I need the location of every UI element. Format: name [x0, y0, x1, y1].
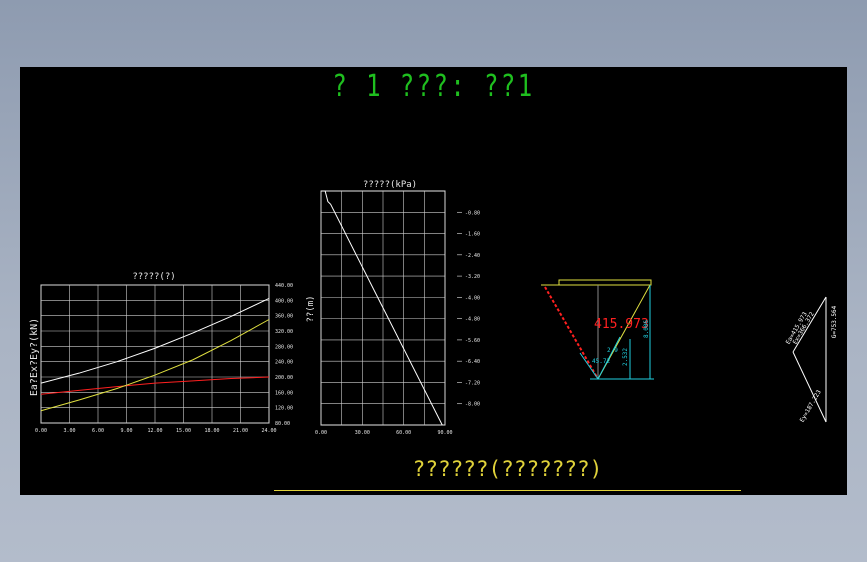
- chart1-y-ticks: 80.00 120.00 160.00 200.00 240.00 280.00 320.0…: [275, 283, 293, 427]
- drawing-svg: ?????(?) Ea?Ex?Ey?(kN) 0.00 3.00 6.00 9.00 1…: [29, 180, 838, 436]
- chart2-y-ticks: -0.80 -1.60 -2.40 -3.20 -4.00 -4.80 -5.60 -6.40…: [457, 210, 480, 408]
- y-tick-label: -6.40: [465, 359, 480, 365]
- x-tick-label: 21.00: [233, 428, 248, 434]
- x-tick-label: 9.00: [120, 428, 132, 434]
- x-tick-label: 3.00: [63, 428, 75, 434]
- y-tick-label: -8.00: [465, 402, 480, 408]
- chart2-ylabel: ??(m): [306, 295, 316, 322]
- y-tick-label: -5.60: [465, 338, 480, 344]
- wedge-dim-height: 8.006: [643, 320, 650, 338]
- wall-cap: [558, 279, 652, 286]
- force-label-ey: Ey=187.223: [799, 389, 823, 424]
- y-tick-label: 200.00: [275, 375, 293, 381]
- x-tick-label: 60.00: [396, 430, 411, 436]
- caption-underline: [274, 490, 741, 491]
- drawing-caption: ??????(???????): [412, 457, 603, 481]
- y-tick-label: 80.00: [275, 421, 290, 427]
- chart1-title: ?????(?): [132, 272, 175, 282]
- x-tick-label: 18.00: [204, 428, 219, 434]
- y-tick-label: -4.00: [465, 295, 480, 301]
- drawing-canvas: ? 1 ???: ??1 ?????(?) Ea?Ex?Ey?(kN) 0.00…: [20, 67, 847, 495]
- y-tick-label: 120.00: [275, 406, 293, 412]
- wedge-left-edge: [544, 286, 599, 380]
- x-tick-label: 12.00: [147, 428, 162, 434]
- x-tick-label: 6.00: [92, 428, 104, 434]
- y-tick-label: -0.80: [465, 210, 480, 216]
- wedge-diagram: 415.973 8.006 2.532 2.9 45.72: [541, 279, 654, 380]
- y-tick-label: -1.60: [465, 232, 480, 238]
- x-tick-label: 15.00: [176, 428, 191, 434]
- y-tick-label: 320.00: [275, 329, 293, 335]
- wedge-dim-angle: 2.9: [607, 347, 618, 354]
- chart1-grid: [40, 284, 270, 424]
- force-label-g: G=753.564: [831, 305, 838, 338]
- x-tick-label: 0.00: [315, 430, 327, 436]
- y-tick-label: 240.00: [275, 360, 293, 366]
- x-tick-label: 90.00: [437, 430, 452, 436]
- chart1-ylabel: Ea?Ex?Ey?(kN): [29, 318, 40, 396]
- wedge-dim-sub: 2.532: [622, 348, 629, 366]
- chart2-x-ticks: 0.00 30.00 60.00 90.00: [315, 430, 453, 436]
- chart2-title: ?????(kPa): [363, 180, 417, 190]
- slip-line-2: [579, 352, 599, 380]
- chart1-x-ticks: 0.00 3.00 6.00 9.00 12.00 15.00 18.00 21.00 24.0…: [35, 428, 277, 434]
- earth-pressure-chart: ?????(?) Ea?Ex?Ey?(kN) 0.00 3.00 6.00 9.00 1…: [29, 272, 293, 434]
- wedge-dim-angle-2: 45.72: [592, 358, 610, 365]
- pressure-depth-chart: ?????(kPa) ??(m) 0.00 30.00 60.00 90.00 -0.…: [306, 180, 480, 436]
- y-tick-label: 280.00: [275, 344, 293, 350]
- x-tick-label: 0.00: [35, 428, 47, 434]
- y-tick-label: 160.00: [275, 390, 293, 396]
- x-tick-label: 24.00: [261, 428, 276, 434]
- wedge-force-label: 415.973: [594, 317, 649, 332]
- y-tick-label: -7.20: [465, 380, 480, 386]
- x-tick-label: 30.00: [355, 430, 370, 436]
- y-tick-label: -3.20: [465, 274, 480, 280]
- y-tick-label: -4.80: [465, 317, 480, 323]
- y-tick-label: 400.00: [275, 298, 293, 304]
- y-tick-label: 440.00: [275, 283, 293, 289]
- y-tick-label: 360.00: [275, 314, 293, 320]
- y-tick-label: -2.40: [465, 253, 480, 259]
- force-polygon: Ea=415.973 Ex=366.372 Ey=187.223 G=753.5…: [785, 296, 838, 424]
